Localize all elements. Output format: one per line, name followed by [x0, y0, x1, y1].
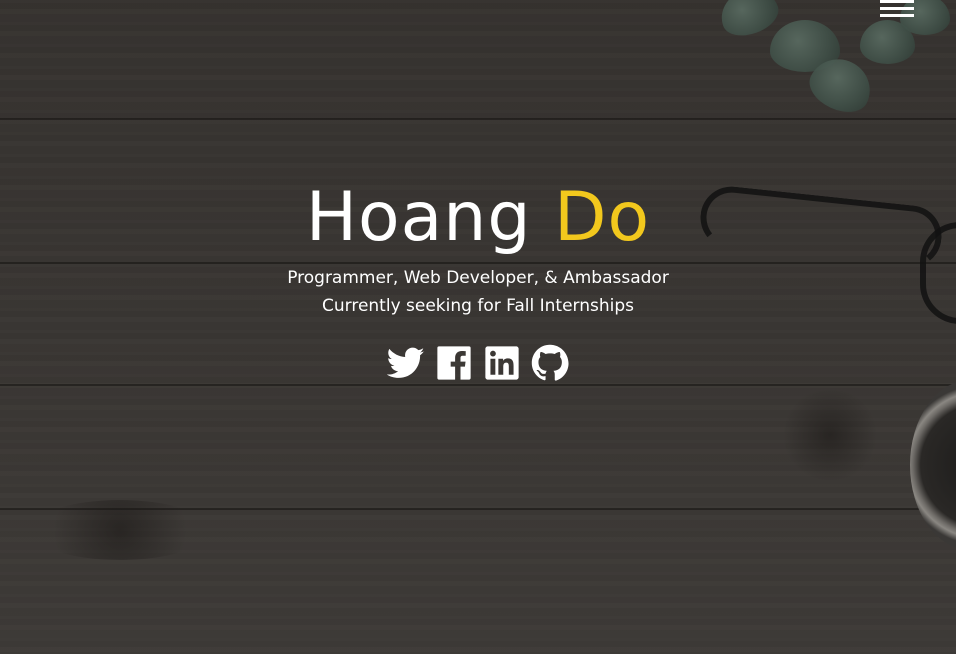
linkedin-icon — [485, 346, 519, 380]
github-icon — [531, 344, 569, 381]
first-name: Hoang — [305, 178, 532, 257]
tagline: Programmer, Web Developer, & Ambassador … — [0, 264, 956, 320]
background-decoration — [0, 384, 956, 386]
hero-section: Hoang Do Programmer, Web Developer, & Am… — [0, 0, 956, 654]
page-title: Hoang Do — [0, 176, 956, 260]
twitter-icon — [387, 347, 425, 378]
tagline-line-2: Currently seeking for Fall Internships — [322, 296, 634, 316]
hero-content: Hoang Do Programmer, Web Developer, & Am… — [0, 176, 956, 382]
social-links — [0, 344, 956, 382]
background-decoration — [0, 118, 956, 120]
last-name: Do — [554, 178, 651, 257]
background-decoration — [30, 500, 210, 560]
github-link[interactable] — [531, 344, 569, 382]
hamburger-menu-icon — [880, 0, 916, 17]
facebook-icon — [437, 346, 471, 380]
facebook-link[interactable] — [435, 344, 473, 382]
tagline-line-1: Programmer, Web Developer, & Ambassador — [287, 268, 669, 288]
linkedin-link[interactable] — [483, 344, 521, 382]
twitter-link[interactable] — [387, 344, 425, 382]
menu-toggle-button[interactable] — [880, 0, 916, 18]
background-decoration — [780, 390, 880, 480]
background-decoration — [910, 380, 956, 550]
